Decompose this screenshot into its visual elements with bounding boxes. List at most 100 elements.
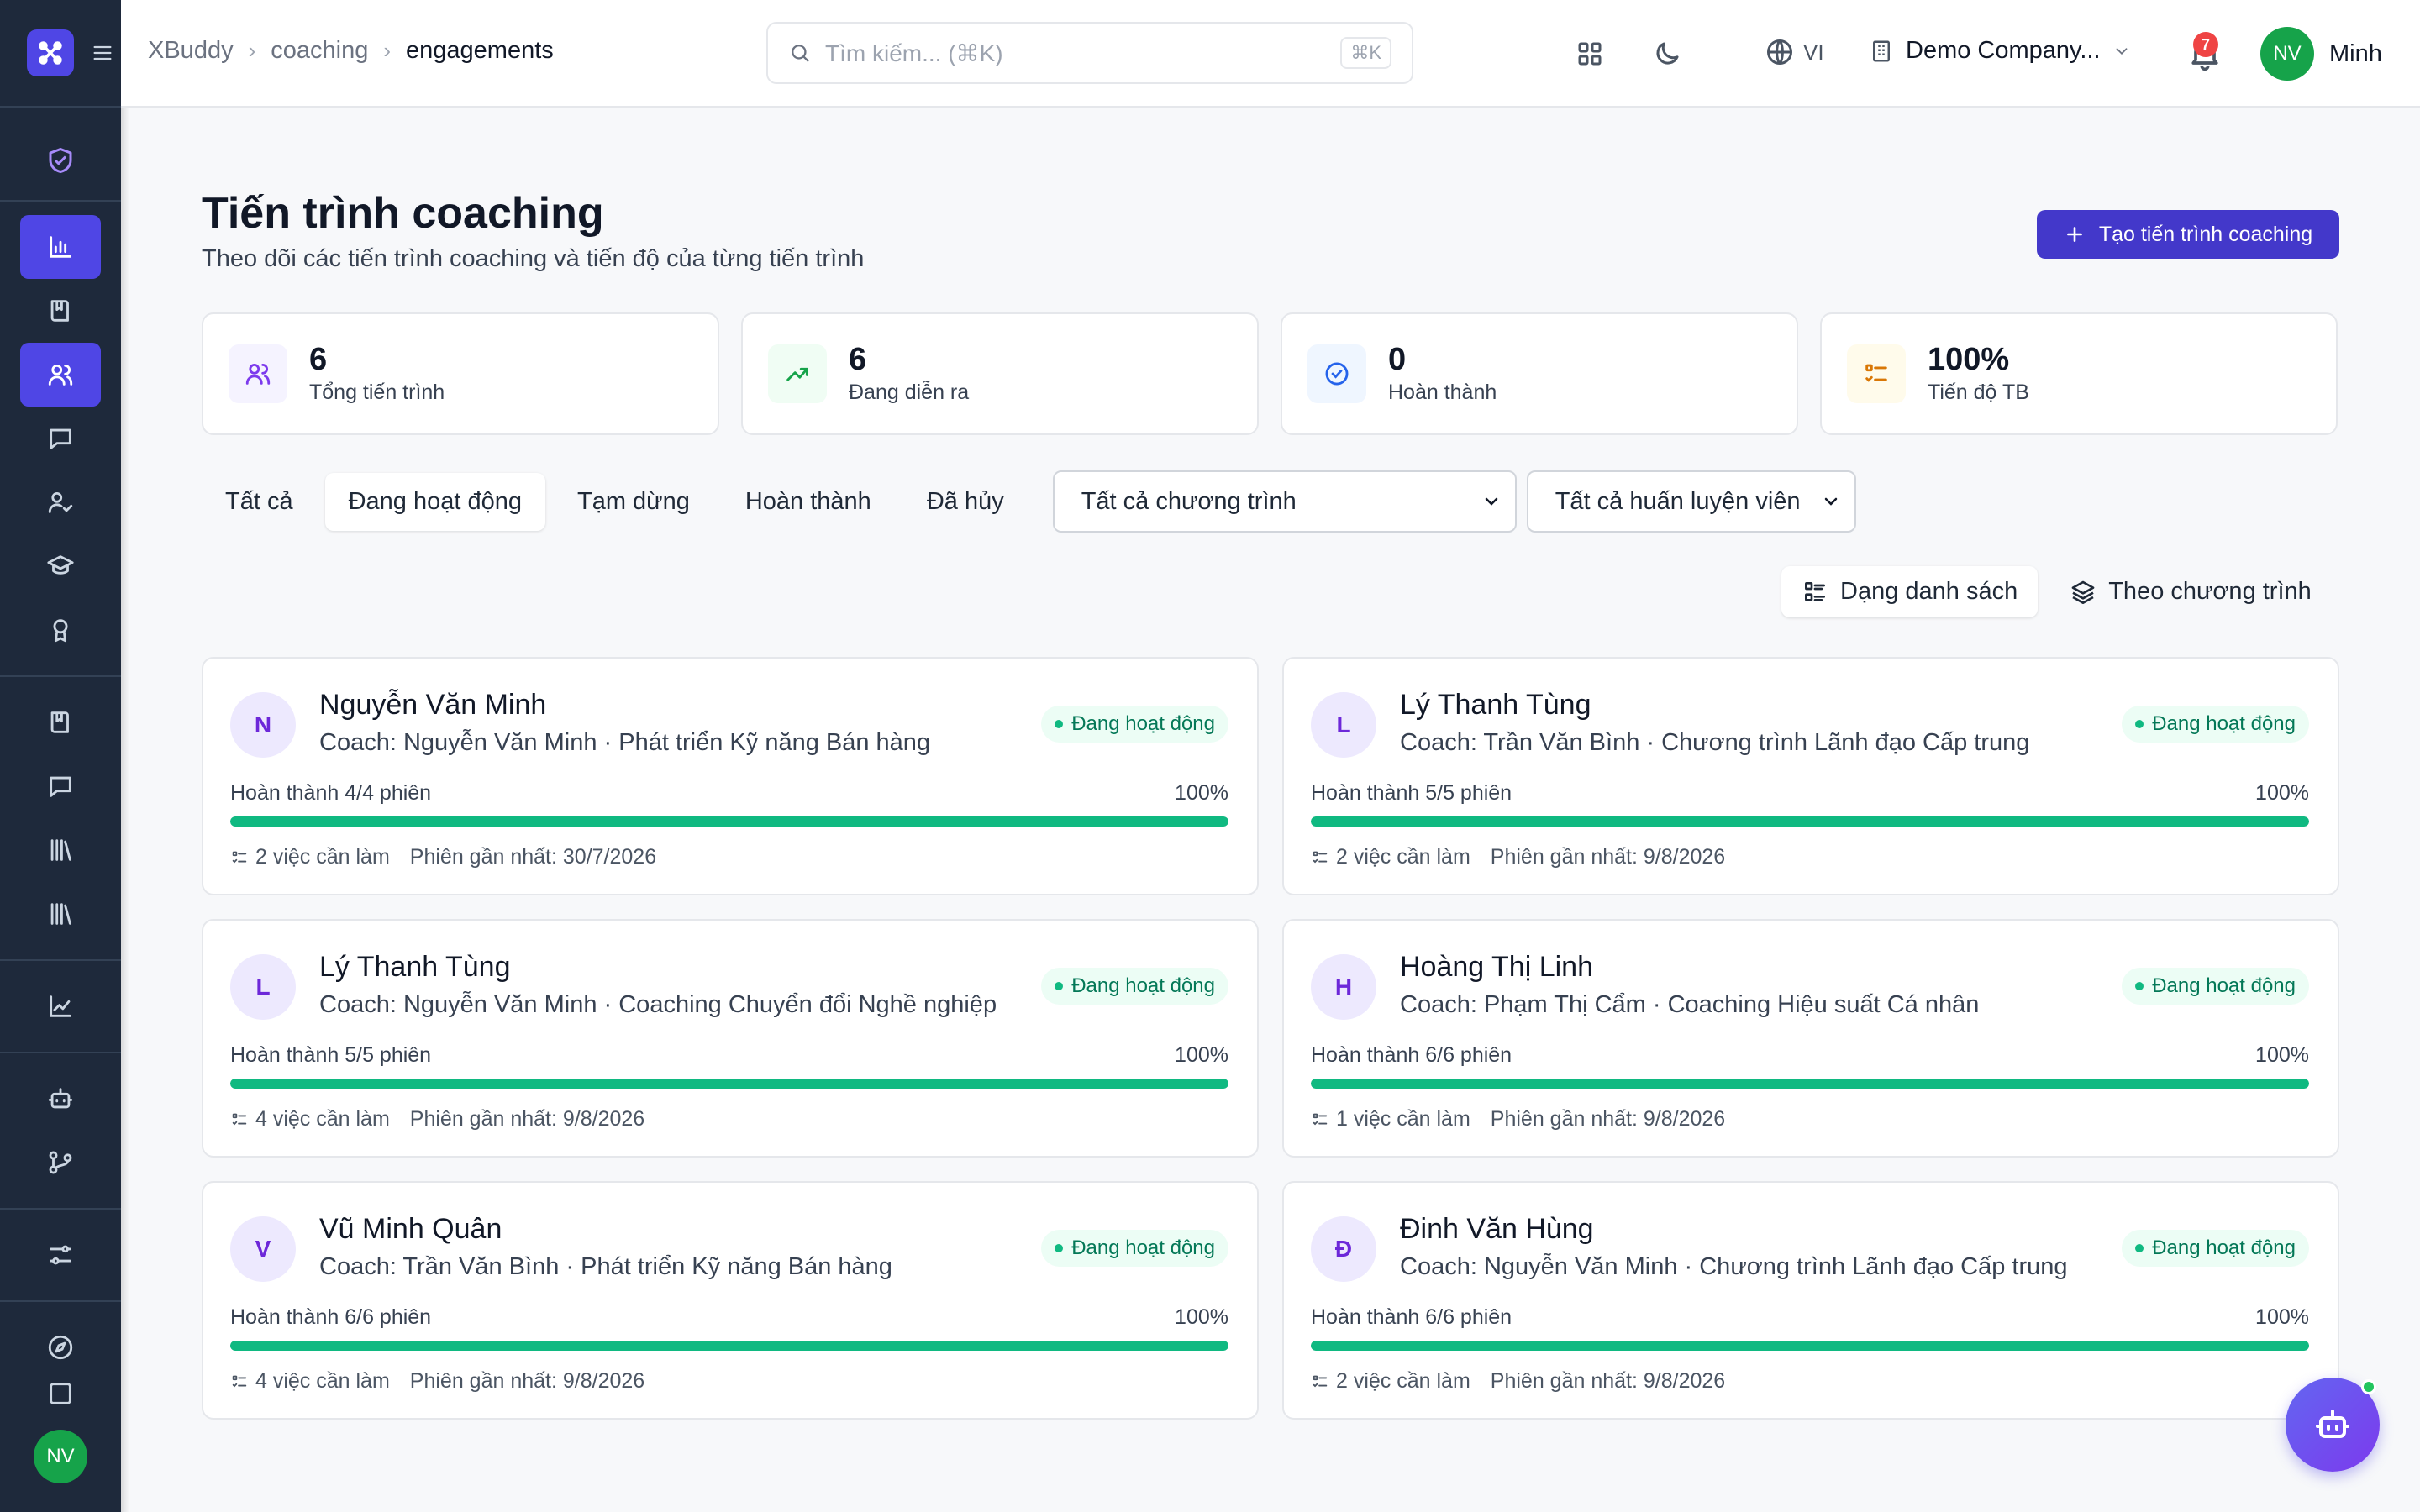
- sidebar-item-chat[interactable]: [20, 754, 101, 818]
- list-icon: [1805, 581, 1825, 601]
- sidebar: NV: [0, 0, 121, 1512]
- layers-icon: [2071, 580, 2095, 604]
- engagement-card[interactable]: V Vũ Minh Quân Coach: Trần Văn Bình · Ph…: [202, 1181, 1259, 1420]
- sidebar-item-workflow[interactable]: [20, 1131, 101, 1194]
- chevron-down-icon: [1824, 497, 1837, 506]
- list-check-icon: [1847, 344, 1906, 403]
- progress-bar: [230, 1079, 1228, 1089]
- tab-all[interactable]: Tất cả: [202, 473, 317, 531]
- sidebar-item-certificates[interactable]: [20, 598, 101, 662]
- list-check-icon: [1313, 1113, 1328, 1125]
- search-input[interactable]: Tìm kiếm... (⌘K) ⌘K: [766, 22, 1413, 84]
- coach-program: Coach: Nguyễn Văn Minh · Phát triển Kỹ n…: [319, 729, 931, 756]
- view-by-program-button[interactable]: Theo chương trình: [2049, 566, 2332, 617]
- engagement-grid: N Nguyễn Văn Minh Coach: Nguyễn Văn Minh…: [202, 657, 2339, 1420]
- breadcrumb-item-home[interactable]: XBuddy: [148, 37, 234, 65]
- sidebar-item-dashboard[interactable]: [20, 215, 101, 279]
- status-badge: Đang hoạt động: [2122, 968, 2309, 1005]
- status-dot-icon: [1055, 1244, 1064, 1252]
- status-label: Đang hoạt động: [1071, 974, 1215, 997]
- apps-grid-icon[interactable]: [1573, 37, 1607, 71]
- breadcrumb-item-coaching[interactable]: coaching: [271, 37, 368, 65]
- plus-icon: [2066, 227, 2082, 242]
- coach-select[interactable]: Tất cả huấn luyện viên: [1526, 470, 1856, 533]
- engagement-card[interactable]: N Nguyễn Văn Minh Coach: Nguyễn Văn Minh…: [202, 657, 1259, 895]
- create-engagement-button[interactable]: Tạo tiến trình coaching: [2037, 210, 2339, 259]
- notification-count-badge: 7: [2193, 32, 2218, 57]
- last-session: Phiên gần nhất: 9/8/2026: [1490, 1107, 1726, 1131]
- program-select[interactable]: Tất cả chương trình: [1052, 470, 1517, 533]
- user-name: Minh: [2329, 39, 2382, 67]
- sidebar-item-programs[interactable]: [20, 279, 101, 343]
- progress-label: Hoàn thành 6/6 phiên: [1311, 1043, 1512, 1067]
- user-menu[interactable]: NV Minh: [2260, 27, 2382, 81]
- dark-mode-moon-icon[interactable]: [1650, 37, 1684, 71]
- sidebar-item-coachees[interactable]: [20, 470, 101, 534]
- progress-bar: [230, 816, 1228, 827]
- status-badge: Đang hoạt động: [2122, 1230, 2309, 1267]
- sidebar-item-learning[interactable]: [20, 534, 101, 598]
- library-icon: [50, 839, 71, 861]
- todo-label: 4 việc cần làm: [255, 1107, 390, 1131]
- todo-label: 2 việc cần làm: [255, 845, 390, 869]
- language-switcher[interactable]: VI: [1765, 37, 1824, 67]
- tab-paused[interactable]: Tạm dừng: [554, 473, 713, 531]
- users-icon: [48, 364, 73, 386]
- card-footer: 1 việc cần làm Phiên gần nhất: 9/8/2026: [1311, 1107, 1725, 1131]
- sidebar-item-analytics[interactable]: [20, 974, 101, 1038]
- progress-bar: [1311, 816, 2309, 827]
- stat-label: Đang diễn ra: [849, 381, 970, 405]
- sidebar-item-settings[interactable]: [20, 1223, 101, 1287]
- square-icon: [50, 1383, 71, 1404]
- git-branch-icon: [49, 1151, 72, 1174]
- view-by-program-label: Theo chương trình: [2108, 578, 2312, 605]
- todo-count: 2 việc cần làm: [1311, 1369, 1470, 1394]
- sidebar-brand-icon[interactable]: [0, 121, 121, 202]
- coachee-name: Lý Thanh Tùng: [1400, 689, 1591, 721]
- engagement-card[interactable]: H Hoàng Thị Linh Coach: Phạm Thị Cẩm · C…: [1282, 919, 2339, 1158]
- view-list-label: Dạng danh sách: [1840, 578, 2018, 605]
- avatar: NV: [2260, 27, 2314, 81]
- filter-bar: Tất cả Đang hoạt động Tạm dừng Hoàn thàn…: [202, 470, 1856, 533]
- tab-cancelled[interactable]: Đã hủy: [903, 473, 1028, 531]
- graduation-cap-icon: [47, 555, 74, 575]
- engagement-card[interactable]: L Lý Thanh Tùng Coach: Nguyễn Văn Minh ·…: [202, 919, 1259, 1158]
- last-session: Phiên gần nhất: 9/8/2026: [1490, 845, 1726, 869]
- message-icon: [50, 428, 71, 449]
- building-icon: [1873, 40, 1890, 61]
- stat-value: 6: [849, 341, 867, 377]
- app-logo-icon[interactable]: [27, 29, 74, 76]
- sidebar-item-materials[interactable]: [20, 882, 101, 946]
- sliders-icon: [50, 1245, 71, 1265]
- sidebar-item-engagements[interactable]: [20, 343, 101, 407]
- language-code: VI: [1803, 39, 1824, 65]
- status-label: Đang hoạt động: [1071, 1236, 1215, 1259]
- compass-icon: [48, 1335, 73, 1360]
- sidebar-item-messages[interactable]: [20, 407, 101, 470]
- create-engagement-label: Tạo tiến trình coaching: [2098, 222, 2313, 246]
- avatar: Đ: [1311, 1216, 1376, 1282]
- coachee-name: Lý Thanh Tùng: [319, 951, 511, 983]
- sidebar-header: [0, 0, 121, 108]
- tab-active[interactable]: Đang hoạt động: [324, 472, 545, 531]
- sidebar-item-bot[interactable]: [20, 1067, 101, 1131]
- menu-toggle-icon[interactable]: [91, 41, 114, 65]
- sidebar-user-avatar[interactable]: NV: [34, 1430, 87, 1483]
- sidebar-item-library[interactable]: [20, 690, 101, 754]
- company-switcher[interactable]: Demo Company...: [1869, 37, 2131, 65]
- sidebar-item-more[interactable]: [20, 1379, 101, 1413]
- progress-percent: 100%: [2255, 781, 2309, 805]
- bar-chart-icon: [50, 236, 71, 258]
- status-dot-icon: [1055, 720, 1064, 728]
- engagement-card[interactable]: L Lý Thanh Tùng Coach: Trần Văn Bình · C…: [1282, 657, 2339, 895]
- view-list-button[interactable]: Dạng danh sách: [1781, 566, 2039, 617]
- tab-completed[interactable]: Hoàn thành: [722, 473, 895, 531]
- sidebar-item-explore[interactable]: [20, 1315, 101, 1379]
- page-subtitle: Theo dõi các tiến trình coaching và tiến…: [202, 245, 865, 272]
- sidebar-item-resources[interactable]: [20, 818, 101, 882]
- stat-card-total: 6 Tổng tiến trình: [202, 312, 719, 435]
- stat-label: Tiến độ TB: [1928, 381, 2029, 405]
- stat-card-active: 6 Đang diễn ra: [741, 312, 1259, 435]
- engagement-card[interactable]: Đ Đinh Văn Hùng Coach: Nguyễn Văn Minh ·…: [1282, 1181, 2339, 1420]
- coachee-name: Nguyễn Văn Minh: [319, 689, 547, 721]
